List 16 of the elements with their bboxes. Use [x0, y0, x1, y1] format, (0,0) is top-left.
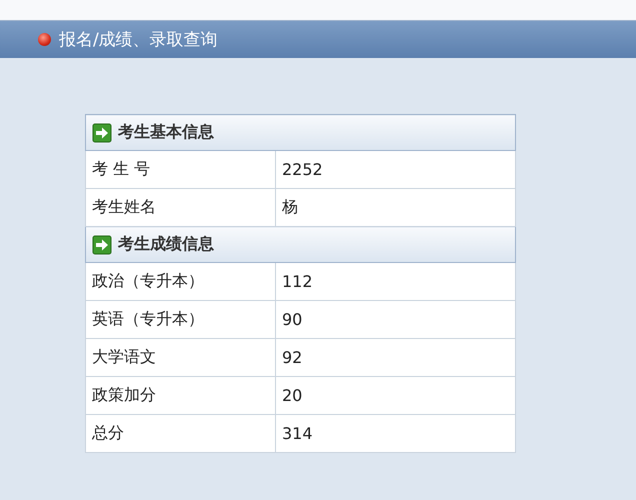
section-title: 考生基本信息 [118, 122, 214, 143]
field-value: 20 [276, 376, 516, 414]
bullet-icon [38, 33, 51, 46]
section-title: 考生成绩信息 [118, 234, 214, 255]
field-label: 英语（专升本） [86, 300, 276, 338]
nav-link[interactable]: 报名/成绩、录取查询 [59, 28, 218, 51]
field-label: 考 生 号 [86, 150, 276, 188]
field-label: 政策加分 [86, 376, 276, 414]
field-value: 90 [276, 300, 516, 338]
field-label: 总分 [86, 414, 276, 452]
field-label: 大学语文 [86, 338, 276, 376]
field-value: 314 [276, 414, 516, 452]
field-value: 2252 [276, 150, 516, 188]
field-value: 92 [276, 338, 516, 376]
field-label: 政治（专升本） [86, 262, 276, 300]
field-value: 112 [276, 262, 516, 300]
